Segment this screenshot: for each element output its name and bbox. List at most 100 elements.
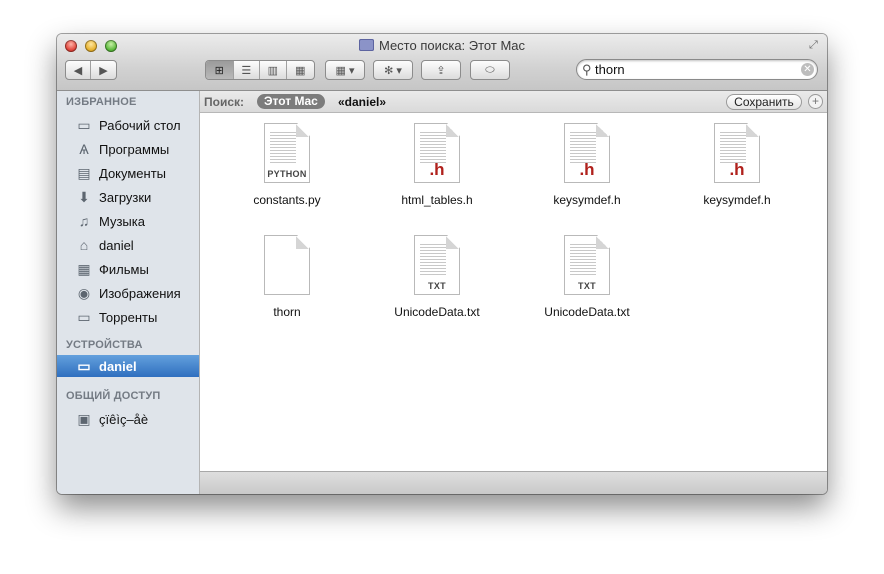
sidebar-item-movies[interactable]: ▦ Фильмы bbox=[57, 258, 199, 280]
file-item[interactable]: .h keysymdef.h bbox=[677, 123, 797, 207]
sidebar-item-applications[interactable]: Ѧ Программы bbox=[57, 138, 199, 160]
arrange-icon: ▦ ▾ bbox=[335, 64, 355, 77]
sidebar-item-label: Музыка bbox=[99, 213, 145, 229]
sidebar: ИЗБРАННОЕ ▭ Рабочий стол Ѧ Программы ▤ Доку… bbox=[57, 91, 200, 494]
scope-user-button[interactable]: «daniel» bbox=[338, 95, 386, 109]
file-name: UnicodeData.txt bbox=[544, 305, 630, 319]
results-area: PYTHON constants.py .h html_tables.h .h … bbox=[200, 113, 827, 470]
search-scope-bar: Поиск: Этот Mac «daniel» Сохранить + bbox=[200, 91, 827, 113]
python-file-icon: PYTHON bbox=[264, 123, 310, 183]
home-icon: ⌂ bbox=[79, 237, 89, 253]
text-file-icon: TXT bbox=[564, 235, 610, 295]
sidebar-item-home[interactable]: ⌂ daniel bbox=[57, 234, 199, 256]
view-mode-control: ⊞ ☰ ▥ ▦ bbox=[205, 60, 315, 80]
sidebar-item-label: Рабочий стол bbox=[99, 117, 181, 133]
column-view-icon: ▥ bbox=[267, 64, 278, 77]
sidebar-header-favorites: ИЗБРАННОЕ bbox=[66, 96, 137, 108]
sidebar-item-desktop[interactable]: ▭ Рабочий стол bbox=[57, 114, 199, 136]
blank-file-icon bbox=[264, 235, 310, 295]
network-computer-icon: ▣ bbox=[77, 410, 91, 427]
list-view-icon: ☰ bbox=[241, 64, 252, 77]
sidebar-item-label: Документы bbox=[99, 165, 167, 181]
file-item[interactable]: TXT UnicodeData.txt bbox=[377, 235, 497, 319]
titlebar: Место поиска: Этот Mac ⤢ ◀ ▶ ⊞ ☰ ▥ ▦ ▦ ▾… bbox=[57, 34, 827, 91]
file-name: UnicodeData.txt bbox=[394, 305, 480, 319]
sidebar-item-label: Изображения bbox=[99, 285, 181, 301]
sidebar-item-label: çïêìç–åè bbox=[99, 411, 149, 427]
desktop-icon: ▭ bbox=[77, 116, 91, 133]
file-type-tag: .h bbox=[579, 160, 595, 179]
smart-folder-icon bbox=[358, 39, 374, 51]
header-file-icon: .h bbox=[564, 123, 610, 183]
header-file-icon: .h bbox=[414, 123, 460, 183]
file-type-tag: .h bbox=[429, 160, 445, 179]
sidebar-item-label: daniel bbox=[99, 237, 134, 253]
icon-view-button[interactable]: ⊞ bbox=[206, 61, 234, 79]
file-name: keysymdef.h bbox=[703, 193, 771, 207]
back-arrow-icon: ◀ bbox=[73, 64, 83, 77]
sidebar-item-documents[interactable]: ▤ Документы bbox=[57, 162, 199, 184]
sidebar-header-shared: ОБЩИЙ ДОСТУП bbox=[66, 390, 161, 402]
sidebar-item-label: daniel bbox=[99, 358, 137, 374]
window-title: Место поиска: Этот Mac bbox=[57, 38, 827, 53]
file-item[interactable]: PYTHON constants.py bbox=[227, 123, 347, 207]
search-field[interactable]: ⚲ ✕ bbox=[576, 59, 818, 80]
search-input[interactable] bbox=[595, 61, 795, 78]
movies-icon: ▦ bbox=[77, 260, 91, 277]
sidebar-item-downloads[interactable]: ⬇ Загрузки bbox=[57, 186, 199, 208]
sidebar-header-devices: УСТРОЙСТВА bbox=[66, 339, 143, 351]
forward-arrow-icon: ▶ bbox=[99, 64, 108, 77]
computer-icon: ▭ bbox=[77, 357, 91, 374]
list-view-button[interactable]: ☰ bbox=[234, 61, 261, 79]
scope-this-mac-button[interactable]: Этот Mac bbox=[257, 94, 325, 109]
folder-icon: ▭ bbox=[77, 308, 91, 325]
text-file-icon: TXT bbox=[414, 235, 460, 295]
tags-button[interactable]: ⬭ bbox=[470, 60, 510, 80]
share-icon: ⇪ bbox=[436, 64, 446, 77]
action-button[interactable]: ✻ ▾ bbox=[373, 60, 413, 80]
coverflow-view-icon: ▦ bbox=[295, 64, 306, 77]
share-button[interactable]: ⇪ bbox=[421, 60, 461, 80]
documents-icon: ▤ bbox=[77, 164, 91, 181]
back-button[interactable]: ◀ bbox=[66, 61, 92, 79]
window-title-text: Место поиска: Этот Mac bbox=[378, 38, 526, 53]
sidebar-item-music[interactable]: ♫ Музыка bbox=[57, 210, 199, 232]
add-criteria-button[interactable]: + bbox=[808, 94, 823, 109]
file-name: html_tables.h bbox=[401, 193, 473, 207]
finder-window: Место поиска: Этот Mac ⤢ ◀ ▶ ⊞ ☰ ▥ ▦ ▦ ▾… bbox=[57, 34, 827, 494]
file-type-tag: TXT bbox=[428, 281, 446, 291]
clear-search-icon[interactable]: ✕ bbox=[801, 63, 814, 76]
music-icon: ♫ bbox=[78, 213, 90, 229]
sidebar-item-label: Загрузки bbox=[99, 189, 152, 205]
header-file-icon: .h bbox=[714, 123, 760, 183]
column-view-button[interactable]: ▥ bbox=[260, 61, 287, 79]
arrange-button[interactable]: ▦ ▾ bbox=[325, 60, 365, 80]
fullscreen-icon[interactable]: ⤢ bbox=[809, 39, 821, 51]
save-search-button[interactable]: Сохранить bbox=[726, 94, 802, 110]
scope-label: Поиск: bbox=[204, 95, 245, 109]
gear-icon: ✻ ▾ bbox=[384, 64, 402, 77]
file-item[interactable]: .h html_tables.h bbox=[377, 123, 497, 207]
file-name: constants.py bbox=[253, 193, 321, 207]
file-name: keysymdef.h bbox=[553, 193, 621, 207]
status-bar bbox=[200, 471, 827, 494]
sidebar-item-pictures[interactable]: ◉ Изображения bbox=[57, 282, 199, 304]
icon-view-icon: ⊞ bbox=[214, 64, 224, 77]
file-item[interactable]: .h keysymdef.h bbox=[527, 123, 647, 207]
coverflow-view-button[interactable]: ▦ bbox=[287, 61, 314, 79]
file-type-tag: .h bbox=[729, 160, 745, 179]
applications-icon: Ѧ bbox=[79, 141, 89, 157]
back-forward-control: ◀ ▶ bbox=[65, 60, 117, 80]
downloads-icon: ⬇ bbox=[78, 188, 90, 205]
file-item[interactable]: thorn bbox=[227, 235, 347, 319]
file-name: thorn bbox=[273, 305, 301, 319]
sidebar-item-shared-computer[interactable]: ▣ çïêìç–åè bbox=[57, 408, 199, 430]
file-item[interactable]: TXT UnicodeData.txt bbox=[527, 235, 647, 319]
sidebar-item-torrents[interactable]: ▭ Торренты bbox=[57, 306, 199, 328]
forward-button[interactable]: ▶ bbox=[91, 61, 116, 79]
sidebar-item-device-daniel[interactable]: ▭ daniel bbox=[57, 355, 199, 377]
sidebar-item-label: Фильмы bbox=[99, 261, 149, 277]
file-type-tag: PYTHON bbox=[267, 169, 307, 179]
sidebar-item-label: Программы bbox=[99, 141, 170, 157]
search-icon: ⚲ bbox=[582, 62, 592, 77]
